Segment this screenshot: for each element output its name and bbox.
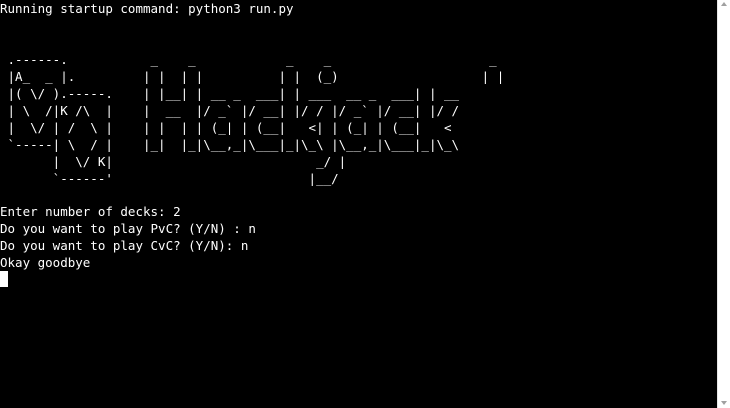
terminal-window[interactable]: Running startup command: python3 run.py … [0,0,717,408]
ascii-art-line: |( \/ ).-----. | |__| | __ _ ___| | ___ … [0,86,460,101]
ascii-art-line: `------' |__/ [0,171,339,186]
scroll-up-arrow-icon[interactable] [721,2,727,6]
text-cursor [0,271,8,287]
scroll-down-arrow-icon[interactable] [721,401,727,405]
ascii-art-line: |A_ _ |. | | | | | | (_) | | [0,69,505,84]
cvc-prompt-line: Do you want to play CvC? (Y/N): n [0,238,249,253]
startup-command-line: Running startup command: python3 run.py [0,1,294,16]
goodbye-line: Okay goodbye [0,255,91,270]
ascii-art-line: .------. _ _ _ _ _ [0,52,497,67]
decks-prompt-line: Enter number of decks: 2 [0,204,181,219]
vertical-scrollbar[interactable] [717,0,730,408]
ascii-art-line: | \/ K| _/ | [0,154,347,169]
pvc-prompt-line: Do you want to play PvC? (Y/N) : n [0,221,256,236]
ascii-art-line: | \/ | / \ | | | | | (_| | (__| <| | (_|… [0,120,452,135]
ascii-art-line: `-----| \ / | |_| |_|\__,_|\___|_|\_\ |\… [0,137,460,152]
ascii-art-line: | \ /|K /\ | | __ |/ _` |/ __| |/ / |/ _… [0,103,460,118]
